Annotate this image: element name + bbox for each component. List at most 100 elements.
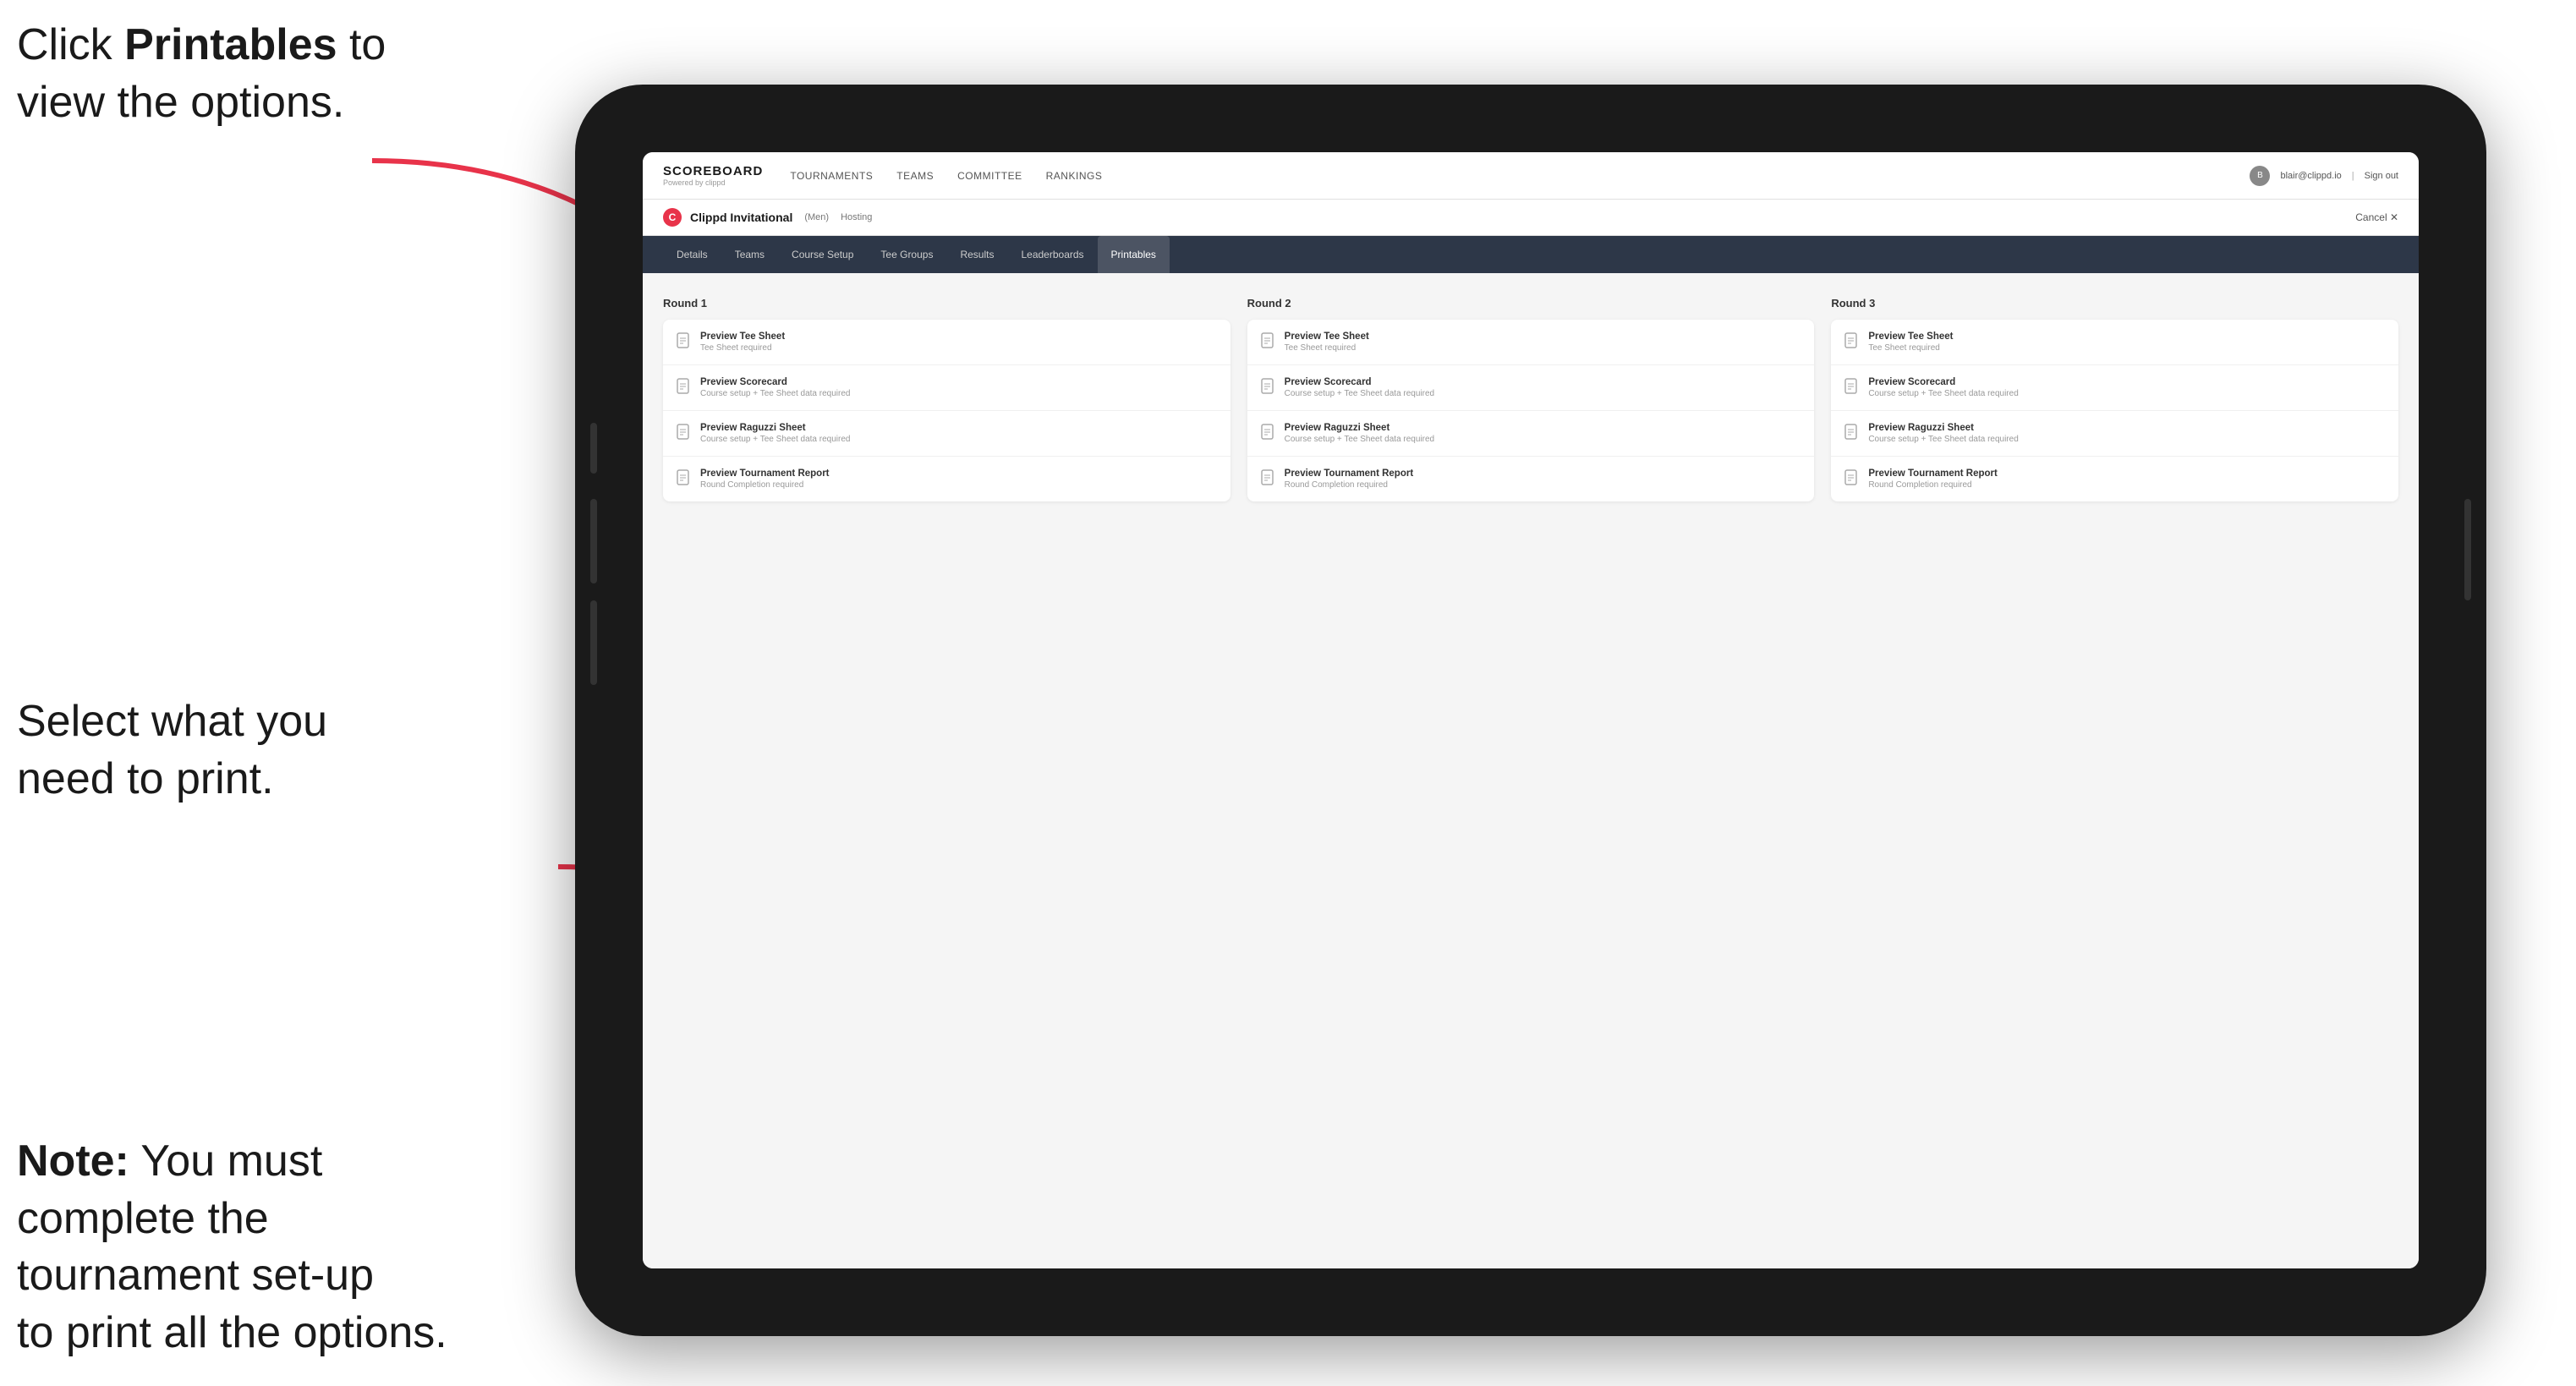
round-2-scorecard[interactable]: Preview Scorecard Course setup + Tee She… (1247, 365, 1815, 411)
tournament-bracket: (Men) (804, 212, 829, 222)
doc-icon-5 (1261, 332, 1276, 349)
round-1-raguzzi[interactable]: Preview Raguzzi Sheet Course setup + Tee… (663, 411, 1230, 457)
doc-icon-12 (1844, 469, 1860, 486)
tablet-frame: SCOREBOARD Powered by clippd TOURNAMENTS… (575, 85, 2486, 1336)
sign-out-link[interactable]: Sign out (2365, 171, 2398, 181)
top-nav: SCOREBOARD Powered by clippd TOURNAMENTS… (643, 152, 2419, 200)
instruction-top-text: Click Printables toview the options. (17, 20, 386, 127)
tab-tee-groups[interactable]: Tee Groups (867, 236, 946, 273)
tournament-name: Clippd Invitational (690, 211, 792, 224)
round-1-scorecard-info: Preview Scorecard Course setup + Tee She… (700, 377, 1217, 398)
instruction-bottom-text: Note: You mustcomplete thetournament set… (17, 1137, 447, 1357)
logo-text: SCOREBOARD (663, 164, 763, 178)
tournament-header: C Clippd Invitational (Men) Hosting Canc… (643, 200, 2419, 236)
round-2-cards: Preview Tee Sheet Tee Sheet required (1247, 320, 1815, 501)
round-2-report-subtitle: Round Completion required (1285, 480, 1801, 490)
cancel-button[interactable]: Cancel ✕ (2355, 211, 2398, 223)
round-3-report-title: Preview Tournament Report (1868, 468, 2385, 479)
instruction-bottom: Note: You mustcomplete thetournament set… (17, 1133, 447, 1361)
round-2-tee-sheet-subtitle: Tee Sheet required (1285, 343, 1801, 353)
doc-icon-2 (677, 378, 692, 395)
rounds-container: Round 1 Preview Tee Sheet Tee S (663, 297, 2398, 501)
round-1-report-subtitle: Round Completion required (700, 480, 1217, 490)
round-2-scorecard-subtitle: Course setup + Tee Sheet data required (1285, 389, 1801, 398)
nav-rankings[interactable]: RANKINGS (1046, 167, 1103, 185)
round-2-section: Round 2 Preview Tee Sheet Tee S (1247, 297, 1815, 501)
nav-items: TOURNAMENTS TEAMS COMMITTEE RANKINGS (790, 167, 2250, 185)
tab-teams[interactable]: Teams (721, 236, 778, 273)
round-3-tee-sheet-info: Preview Tee Sheet Tee Sheet required (1868, 331, 2385, 353)
round-3-tee-sheet[interactable]: Preview Tee Sheet Tee Sheet required (1831, 320, 2398, 365)
round-2-tournament-report[interactable]: Preview Tournament Report Round Completi… (1247, 457, 1815, 501)
round-1-tee-sheet-title: Preview Tee Sheet (700, 331, 1217, 342)
tournament-title: C Clippd Invitational (Men) Hosting (663, 208, 872, 227)
printables-bold: Printables (124, 20, 337, 69)
round-2-scorecard-title: Preview Scorecard (1285, 377, 1801, 387)
round-1-scorecard-title: Preview Scorecard (700, 377, 1217, 387)
round-2-raguzzi-subtitle: Course setup + Tee Sheet data required (1285, 435, 1801, 444)
round-2-raguzzi-info: Preview Raguzzi Sheet Course setup + Tee… (1285, 423, 1801, 444)
tablet-screen: SCOREBOARD Powered by clippd TOURNAMENTS… (643, 152, 2419, 1268)
doc-icon-6 (1261, 378, 1276, 395)
round-1-raguzzi-info: Preview Raguzzi Sheet Course setup + Tee… (700, 423, 1217, 444)
doc-icon-11 (1844, 424, 1860, 441)
round-1-tournament-report[interactable]: Preview Tournament Report Round Completi… (663, 457, 1230, 501)
tablet-power-button (2464, 499, 2471, 600)
instruction-middle: Select what youneed to print. (17, 693, 327, 808)
nav-right: B blair@clippd.io | Sign out (2250, 166, 2398, 186)
tab-leaderboards[interactable]: Leaderboards (1007, 236, 1097, 273)
round-3-scorecard-info: Preview Scorecard Course setup + Tee She… (1868, 377, 2385, 398)
round-3-tee-sheet-title: Preview Tee Sheet (1868, 331, 2385, 342)
tournament-status: Hosting (841, 212, 872, 222)
nav-teams[interactable]: TEAMS (896, 167, 934, 185)
round-3-scorecard-title: Preview Scorecard (1868, 377, 2385, 387)
tab-printables[interactable]: Printables (1098, 236, 1170, 273)
main-content: Round 1 Preview Tee Sheet Tee S (643, 273, 2419, 1268)
round-1-raguzzi-subtitle: Course setup + Tee Sheet data required (700, 435, 1217, 444)
doc-icon-9 (1844, 332, 1860, 349)
round-2-scorecard-info: Preview Scorecard Course setup + Tee She… (1285, 377, 1801, 398)
user-avatar: B (2250, 166, 2270, 186)
round-3-scorecard[interactable]: Preview Scorecard Course setup + Tee She… (1831, 365, 2398, 411)
doc-icon-7 (1261, 424, 1276, 441)
doc-icon (677, 332, 692, 349)
round-1-title: Round 1 (663, 297, 1230, 310)
round-3-report-info: Preview Tournament Report Round Completi… (1868, 468, 2385, 490)
nav-committee[interactable]: COMMITTEE (957, 167, 1022, 185)
tab-details[interactable]: Details (663, 236, 721, 273)
tab-results[interactable]: Results (946, 236, 1007, 273)
round-1-scorecard-subtitle: Course setup + Tee Sheet data required (700, 389, 1217, 398)
doc-icon-10 (1844, 378, 1860, 395)
round-2-tee-sheet[interactable]: Preview Tee Sheet Tee Sheet required (1247, 320, 1815, 365)
round-3-section: Round 3 Preview Tee Sheet Tee S (1831, 297, 2398, 501)
round-1-tee-sheet-subtitle: Tee Sheet required (700, 343, 1217, 353)
round-3-title: Round 3 (1831, 297, 2398, 310)
instruction-top: Click Printables toview the options. (17, 17, 386, 131)
tab-course-setup[interactable]: Course Setup (778, 236, 867, 273)
round-3-report-subtitle: Round Completion required (1868, 480, 2385, 490)
nav-tournaments[interactable]: TOURNAMENTS (790, 167, 873, 185)
sub-nav: Details Teams Course Setup Tee Groups Re… (643, 236, 2419, 273)
tablet-button-left (590, 423, 597, 474)
round-2-raguzzi[interactable]: Preview Raguzzi Sheet Course setup + Tee… (1247, 411, 1815, 457)
powered-by: Powered by clippd (663, 178, 763, 187)
round-2-report-info: Preview Tournament Report Round Completi… (1285, 468, 1801, 490)
round-2-title: Round 2 (1247, 297, 1815, 310)
round-2-tee-sheet-title: Preview Tee Sheet (1285, 331, 1801, 342)
round-3-cards: Preview Tee Sheet Tee Sheet required (1831, 320, 2398, 501)
round-3-tournament-report[interactable]: Preview Tournament Report Round Completi… (1831, 457, 2398, 501)
round-3-tee-sheet-subtitle: Tee Sheet required (1868, 343, 2385, 353)
round-1-cards: Preview Tee Sheet Tee Sheet required (663, 320, 1230, 501)
round-1-tee-sheet[interactable]: Preview Tee Sheet Tee Sheet required (663, 320, 1230, 365)
round-3-raguzzi-title: Preview Raguzzi Sheet (1868, 423, 2385, 433)
round-2-tee-sheet-info: Preview Tee Sheet Tee Sheet required (1285, 331, 1801, 353)
round-3-scorecard-subtitle: Course setup + Tee Sheet data required (1868, 389, 2385, 398)
round-3-raguzzi[interactable]: Preview Raguzzi Sheet Course setup + Tee… (1831, 411, 2398, 457)
doc-icon-3 (677, 424, 692, 441)
round-1-raguzzi-title: Preview Raguzzi Sheet (700, 423, 1217, 433)
round-3-raguzzi-info: Preview Raguzzi Sheet Course setup + Tee… (1868, 423, 2385, 444)
round-1-scorecard[interactable]: Preview Scorecard Course setup + Tee She… (663, 365, 1230, 411)
round-1-section: Round 1 Preview Tee Sheet Tee S (663, 297, 1230, 501)
user-email: blair@clippd.io (2280, 171, 2341, 181)
tablet-volume-up (590, 499, 597, 583)
